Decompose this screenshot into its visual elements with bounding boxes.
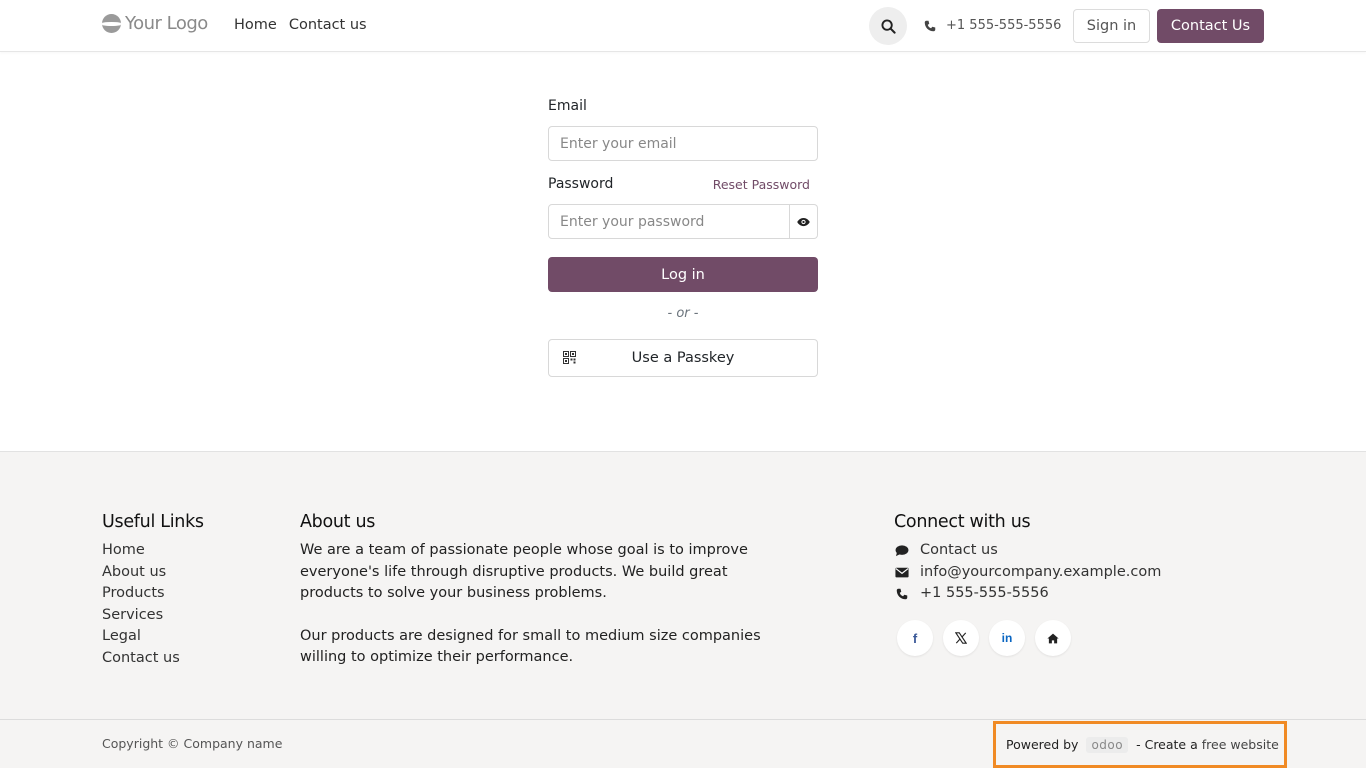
site-header: Your Logo Home Contact us +1 555-555-555…: [0, 0, 1366, 52]
contact-us-button[interactable]: Contact Us: [1157, 9, 1264, 43]
powered-by-odoo: Powered by odoo - Create a free website: [993, 721, 1287, 768]
footer-link-legal[interactable]: Legal: [102, 626, 204, 648]
connect-contact-us[interactable]: Contact us: [894, 540, 1194, 562]
linkedin-icon[interactable]: in: [989, 620, 1025, 656]
copyright-text: Copyright © Company name: [102, 736, 283, 751]
or-divider: - or -: [667, 306, 699, 321]
connect-section: Connect with us Contact us info@yourcomp…: [894, 512, 1194, 605]
create-prefix: - Create a: [1136, 737, 1198, 752]
nav-home[interactable]: Home: [234, 17, 277, 33]
footer-link-home[interactable]: Home: [102, 540, 204, 562]
email-label: Email: [548, 98, 587, 114]
footer-link-services[interactable]: Services: [102, 605, 204, 627]
site-logo[interactable]: Your Logo: [102, 13, 208, 34]
nav-contact-us[interactable]: Contact us: [289, 17, 367, 33]
qr-code-icon: [563, 351, 576, 364]
logo-text: Your Logo: [125, 13, 208, 34]
phone-icon: [924, 20, 936, 31]
search-button[interactable]: [869, 7, 907, 45]
footer-link-about[interactable]: About us: [102, 562, 204, 584]
connect-email[interactable]: info@yourcompany.example.com: [894, 562, 1194, 584]
facebook-icon[interactable]: f: [897, 620, 933, 656]
use-passkey-button[interactable]: Use a Passkey: [548, 339, 818, 377]
search-icon: [880, 18, 896, 34]
phone-icon: [894, 588, 910, 600]
connect-contact-text: Contact us: [920, 542, 998, 558]
useful-links-title: Useful Links: [102, 512, 204, 532]
about-us-title: About us: [300, 512, 376, 532]
password-group: Enter your password: [548, 204, 818, 239]
eye-icon: [797, 217, 810, 226]
connect-phone-text: +1 555-555-5556: [920, 585, 1049, 602]
powered-by-label: Powered by: [1006, 737, 1079, 752]
footer-link-contact[interactable]: Contact us: [102, 648, 204, 670]
reset-password-link[interactable]: Reset Password: [713, 177, 810, 192]
about-paragraph-1: We are a team of passionate people whose…: [300, 542, 748, 602]
header-phone-text: +1 555-555-5556: [946, 18, 1062, 33]
site-footer: Useful Links Home About us Products Serv…: [0, 451, 1366, 719]
free-website-link[interactable]: free website: [1202, 737, 1279, 752]
about-us-section: About us We are a team of passionate peo…: [300, 512, 780, 669]
connect-email-text: info@yourcompany.example.com: [920, 563, 1162, 580]
header-phone[interactable]: +1 555-555-5556: [924, 18, 1061, 33]
login-button[interactable]: Log in: [548, 257, 818, 292]
comment-icon: [894, 545, 910, 557]
email-field[interactable]: Enter your email: [548, 126, 818, 161]
show-password-button[interactable]: [790, 204, 818, 239]
envelope-icon: [894, 567, 910, 578]
connect-title: Connect with us: [894, 512, 1031, 532]
social-links: f in: [897, 620, 1071, 656]
password-field[interactable]: Enter your password: [548, 204, 790, 239]
x-icon[interactable]: [943, 620, 979, 656]
password-label: Password: [548, 176, 614, 192]
passkey-label: Use a Passkey: [631, 350, 735, 366]
main-nav: Home Contact us: [234, 17, 367, 33]
footer-link-products[interactable]: Products: [102, 583, 204, 605]
about-paragraph-2: Our products are designed for small to m…: [300, 627, 761, 666]
bottom-bar: Copyright © Company name Powered by odoo…: [0, 719, 1366, 768]
connect-phone[interactable]: +1 555-555-5556: [894, 583, 1194, 605]
useful-links: Useful Links Home About us Products Serv…: [102, 512, 204, 670]
odoo-logo[interactable]: odoo: [1086, 736, 1129, 753]
home-icon[interactable]: [1035, 620, 1071, 656]
logo-icon: [102, 14, 121, 33]
sign-in-button[interactable]: Sign in: [1073, 9, 1150, 43]
